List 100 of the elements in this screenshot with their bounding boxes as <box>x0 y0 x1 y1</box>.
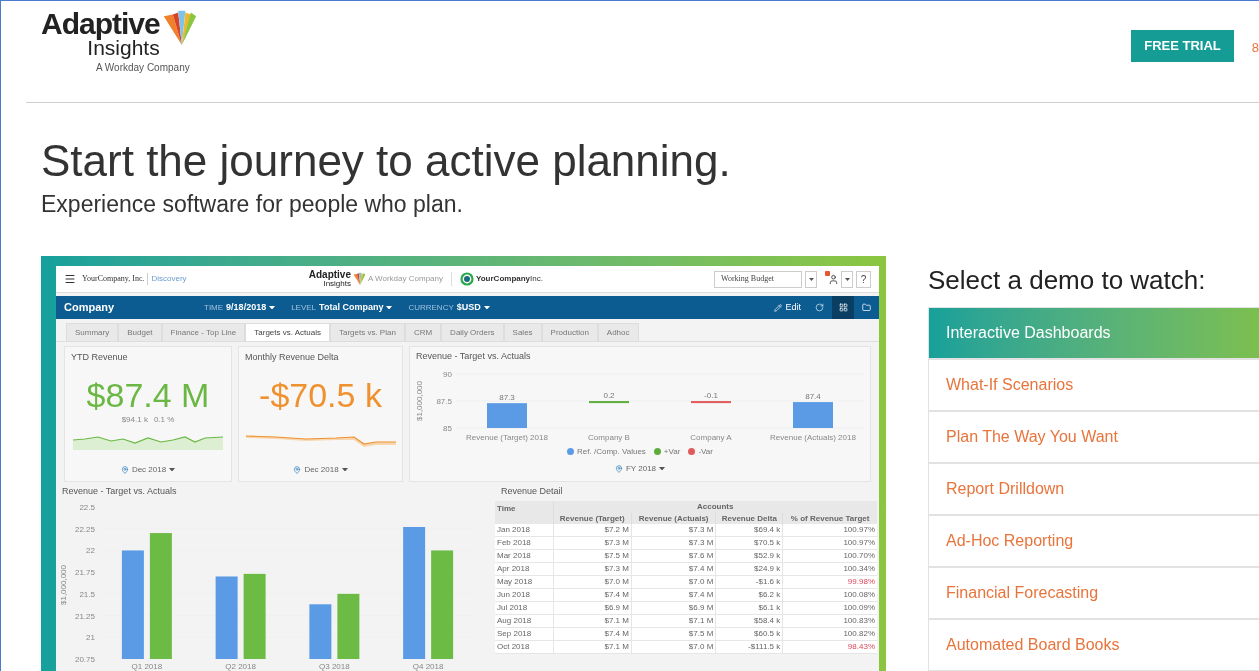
dashboard-tab[interactable]: Summary <box>66 323 119 341</box>
axis-label: $1,000,000 <box>59 564 68 605</box>
legend-label: +Var <box>663 445 681 458</box>
help-button[interactable]: ? <box>856 270 871 288</box>
logo-icon <box>353 271 366 287</box>
caret-icon <box>808 277 814 281</box>
tick-label: 20.75 <box>74 654 95 664</box>
category-label: Revenue (Actuals) 2018 <box>770 432 856 442</box>
page-title: Start the journey to active planning. <box>41 135 732 187</box>
folder-icon[interactable] <box>862 303 871 312</box>
caret-icon <box>659 466 666 471</box>
filter-dropdown[interactable]: TIME 9/18/2018 <box>204 300 276 315</box>
card-title: YTD Revenue <box>70 351 128 364</box>
section-title: Company <box>64 300 116 316</box>
tick-label: 21 <box>86 632 95 642</box>
dashboard-tab[interactable]: Adhoc <box>597 323 639 341</box>
logo-name: Adaptive <box>41 9 160 39</box>
demo-list-title: Select a demo to watch: <box>928 264 1207 296</box>
period-selector[interactable]: Dec 2018 <box>120 463 176 476</box>
caret-icon <box>169 467 176 472</box>
category-label: Company A <box>690 432 732 442</box>
column-header: Revenue (Target) <box>553 512 632 524</box>
tick-label: 22 <box>86 545 95 555</box>
pencil-icon <box>774 303 783 312</box>
demo-list-item[interactable]: Interactive Dashboards <box>929 308 1259 358</box>
logo-subname: Insights <box>323 280 351 288</box>
data-label: -0.1 <box>704 390 718 400</box>
filter-dropdown[interactable]: LEVEL Total Company <box>291 300 393 315</box>
category-label: Q1 2018 <box>131 661 163 671</box>
chart-bar <box>309 603 332 659</box>
kpi-detail: 0.1 % <box>153 414 175 426</box>
filter-value: 9/18/2018 <box>226 300 267 314</box>
data-label: 87.4 <box>805 391 821 401</box>
tick-label: 21.5 <box>79 589 95 599</box>
logo-tagline: A Workday Company <box>368 273 443 285</box>
data-label: 87.3 <box>499 392 515 402</box>
tick-label: 87.5 <box>436 396 452 406</box>
demo-list-item[interactable]: Ad-Hoc Reporting <box>929 516 1259 566</box>
legend-label: Ref. /Comp. Values <box>577 445 646 458</box>
data-label: 0.2 <box>603 390 615 400</box>
period-selector[interactable]: Dec 2018 <box>293 463 348 476</box>
demo-list-item[interactable]: Report Drilldown <box>929 464 1259 514</box>
tick-label: 22.25 <box>74 524 95 534</box>
logo-tagline: A Workday Company <box>95 63 190 73</box>
dashboard-tab[interactable]: Budget <box>118 323 162 341</box>
caret-icon <box>386 305 393 310</box>
filter-label: TIME <box>204 301 224 314</box>
kpi-value: $87.4 M <box>86 374 210 415</box>
chart-bar <box>793 401 833 428</box>
kpi-value: -$70.5 k <box>259 374 382 415</box>
axis-label: $1,000,000 <box>415 380 424 421</box>
category-label: Revenue (Target) 2018 <box>466 432 548 442</box>
chart-bar <box>487 402 527 428</box>
refresh-icon[interactable] <box>815 303 824 312</box>
page-subtitle: Experience software for people who plan. <box>41 190 464 219</box>
company-name: YourCompany, Inc. <box>82 273 145 285</box>
column-group-header: Accounts <box>553 500 877 513</box>
dashboard-tab[interactable]: CRM <box>404 323 442 341</box>
period-selector[interactable]: FY 2018 <box>614 462 666 475</box>
demo-list-item[interactable]: Financial Forecasting <box>929 568 1259 618</box>
user-icon <box>827 273 839 285</box>
dropdown-button[interactable] <box>805 270 817 288</box>
grid-view-button[interactable] <box>832 296 854 319</box>
column-header: Time <box>495 500 553 524</box>
column-header: Revenue (Actuals) <box>631 512 716 524</box>
variance-marker <box>691 400 731 403</box>
pin-icon <box>614 464 623 473</box>
caret-icon <box>483 305 490 310</box>
version-select[interactable]: Working Budget <box>714 270 802 288</box>
filter-dropdown[interactable]: CURRENCY $USD <box>408 300 490 315</box>
chart-title: Revenue - Target vs. Actuals <box>415 350 532 363</box>
grid-icon <box>838 303 848 312</box>
menu-icon[interactable] <box>64 273 76 285</box>
tick-label: 21.25 <box>74 611 95 621</box>
dashboard-tab[interactable]: Finance - Top Line <box>161 323 246 341</box>
dropdown-button[interactable] <box>841 270 853 288</box>
phone-link[interactable]: 8 <box>1251 38 1259 58</box>
dashboard-tab[interactable]: Production <box>541 323 598 341</box>
demo-list-item[interactable]: Plan The Way You Want <box>929 412 1259 462</box>
category-label: Q2 2018 <box>225 661 256 671</box>
dashboard-tab[interactable]: Daily Orders <box>441 323 504 341</box>
free-trial-button[interactable]: FREE TRIAL <box>1131 30 1234 62</box>
edit-button[interactable]: Edit <box>774 300 801 315</box>
partner-logo-text: YourCompanyInc. <box>476 273 543 285</box>
column-header: Revenue Delta <box>715 512 783 524</box>
card-title: Monthly Revenue Delta <box>244 351 339 364</box>
category-label: Q3 2018 <box>319 661 350 671</box>
caret-icon <box>269 305 276 310</box>
filter-label: LEVEL <box>291 301 317 314</box>
caret-icon <box>844 277 850 281</box>
pin-icon <box>120 465 129 474</box>
filter-value: $USD <box>456 300 481 314</box>
workspace-name: Discovery <box>147 273 187 285</box>
demo-list-item[interactable]: Automated Board Books <box>929 620 1259 670</box>
dashboard-tab[interactable]: Sales <box>503 323 542 341</box>
category-label: Q4 2018 <box>412 661 444 671</box>
demo-list-item[interactable]: What-If Scenarios <box>929 360 1259 410</box>
dashboard-tab[interactable]: Targets vs. Actuals <box>245 323 330 341</box>
dashboard-tab[interactable]: Targets vs. Plan <box>329 323 405 341</box>
legend-label: -Var <box>698 445 713 458</box>
